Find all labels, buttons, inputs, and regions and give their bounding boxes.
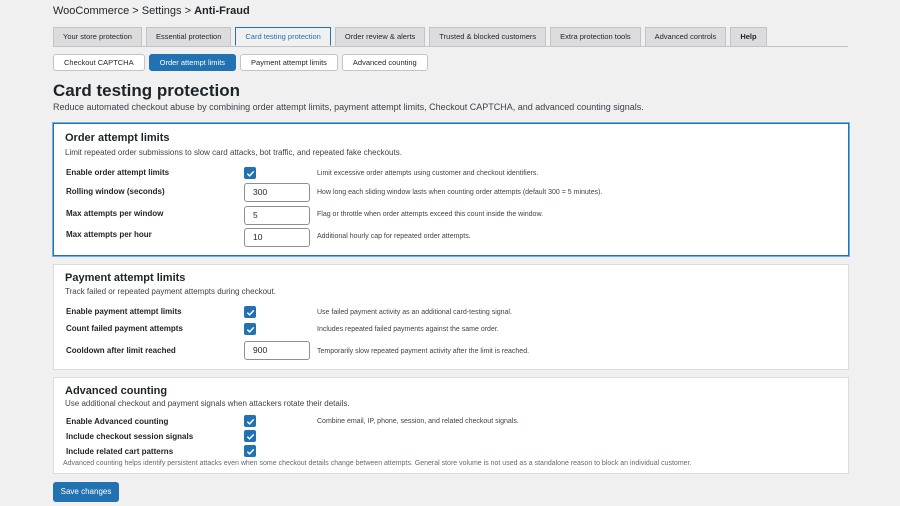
order-attempt-limits-card: Order attempt limits Limit repeated orde… [53,123,849,256]
include-session-signals-label: Include checkout session signals [66,432,194,441]
tab-extra-protection-tools[interactable]: Extra protection tools [550,27,641,46]
sub-tabs: Checkout CAPTCHA Order attempt limits Pa… [53,54,432,71]
subtab-checkout-captcha[interactable]: Checkout CAPTCHA [53,54,145,71]
checkmark-icon [246,309,254,316]
include-cart-patterns-label: Include related cart patterns [66,447,174,456]
count-failed-payments-label: Count failed payment attempts [66,324,183,333]
breadcrumb-separator: > [184,5,192,17]
enable-advanced-counting-label: Enable Advanced counting [66,417,169,426]
enable-order-limits-checkbox[interactable] [244,167,256,179]
main-tabs: Your store protection Essential protecti… [53,27,771,46]
subtab-advanced-counting[interactable]: Advanced counting [341,54,428,71]
subtab-order-attempt-limits[interactable]: Order attempt limits [148,54,237,71]
enable-advanced-counting-checkbox[interactable] [244,415,256,427]
enable-payment-limits-help: Use failed payment activity as an additi… [317,309,512,316]
breadcrumb-current: Anti-Fraud [194,5,250,17]
advanced-counting-card: Advanced counting Use additional checkou… [53,377,849,474]
section-description: Limit repeated order submissions to slow… [65,148,402,157]
advanced-counting-note: Advanced counting helps identify persist… [63,460,692,467]
section-description: Use additional checkout and payment sign… [65,399,350,408]
tab-your-store-protection[interactable]: Your store protection [53,27,142,46]
tab-advanced-controls[interactable]: Advanced controls [644,27,727,46]
rolling-window-label: Rolling window (seconds) [66,187,165,196]
rolling-window-input[interactable]: 300 [244,183,310,202]
section-title: Order attempt limits [65,132,170,144]
checkmark-icon [246,170,254,177]
enable-payment-limits-checkbox[interactable] [244,306,256,318]
rolling-window-help: How long each sliding window lasts when … [317,189,603,196]
max-attempts-hour-label: Max attempts per hour [66,230,152,239]
tab-trusted-blocked-customers[interactable]: Trusted & blocked customers [429,27,547,46]
tab-help[interactable]: Help [730,27,767,46]
save-button[interactable]: Save changes [53,482,119,502]
checkmark-icon [246,418,254,425]
tabs-divider [53,46,848,47]
tab-essential-protection[interactable]: Essential protection [145,27,232,46]
cooldown-label: Cooldown after limit reached [66,346,176,355]
section-title: Advanced counting [65,385,168,397]
enable-order-limits-label: Enable order attempt limits [66,168,170,177]
max-attempts-hour-help: Additional hourly cap for repeated order… [317,233,471,240]
count-failed-payments-help: Includes repeated failed payments agains… [317,326,499,333]
section-title: Payment attempt limits [65,272,186,284]
enable-order-limits-help: Limit excessive order attempts using cus… [317,170,539,177]
enable-advanced-counting-help: Combine email, IP, phone, session, and r… [317,418,519,425]
page-title: Card testing protection [53,81,241,100]
breadcrumb-separator: > [132,5,139,17]
max-attempts-hour-input[interactable]: 10 [244,228,310,247]
include-session-signals-checkbox[interactable] [244,430,256,442]
checkmark-icon [246,433,254,440]
section-description: Track failed or repeated payment attempt… [65,287,276,296]
tab-order-review-alerts[interactable]: Order review & alerts [334,27,426,46]
cooldown-help: Temporarily slow repeated payment activi… [317,348,530,355]
checkmark-icon [246,448,254,455]
include-cart-patterns-checkbox[interactable] [244,445,256,457]
checkmark-icon [246,326,254,333]
count-failed-payments-checkbox[interactable] [244,323,256,335]
max-attempts-window-label: Max attempts per window [66,209,164,218]
breadcrumb-settings[interactable]: Settings [142,5,182,17]
breadcrumb: WooCommerce > Settings > Anti-Fraud [53,5,250,17]
subtab-payment-attempt-limits[interactable]: Payment attempt limits [240,54,338,71]
payment-attempt-limits-card: Payment attempt limits Track failed or r… [53,264,849,370]
cooldown-input[interactable]: 900 [244,341,310,360]
max-attempts-window-input[interactable]: 5 [244,206,310,225]
breadcrumb-woocommerce[interactable]: WooCommerce [53,5,129,17]
max-attempts-window-help: Flag or throttle when order attempts exc… [317,211,544,218]
page-description: Reduce automated checkout abuse by combi… [53,102,644,112]
enable-payment-limits-label: Enable payment attempt limits [66,307,182,316]
tab-card-testing-protection[interactable]: Card testing protection [235,27,331,46]
